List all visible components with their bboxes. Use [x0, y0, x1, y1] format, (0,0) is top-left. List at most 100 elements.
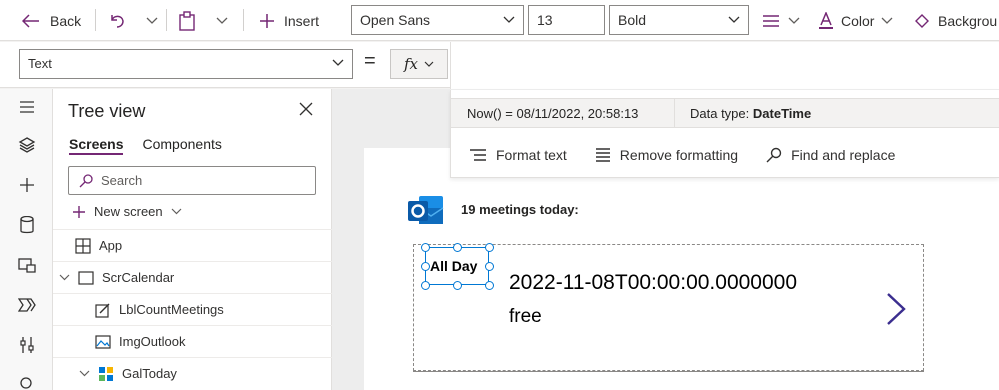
screen-icon: [77, 269, 95, 287]
tab-components[interactable]: Components: [142, 136, 221, 155]
font-size-input[interactable]: 13: [528, 5, 605, 35]
format-text-label: Format text: [496, 147, 567, 163]
insert-label: Insert: [284, 12, 320, 29]
font-weight-select[interactable]: Bold: [609, 5, 749, 35]
undo-icon: [111, 14, 124, 28]
tools-icon[interactable]: [17, 335, 37, 355]
equals-sign: =: [364, 50, 376, 72]
plus-icon[interactable]: [17, 175, 37, 195]
database-icon[interactable]: [17, 215, 37, 235]
font-weight-value: Bold: [618, 12, 647, 28]
tab-screens[interactable]: Screens: [69, 136, 124, 155]
font-color-icon: [819, 11, 833, 29]
chevron-down-icon: [332, 59, 344, 66]
format-text-icon: [470, 149, 486, 161]
app-icon: [74, 237, 92, 255]
resize-handle[interactable]: [485, 243, 494, 252]
resize-handle[interactable]: [485, 262, 494, 271]
formula-actions: Format text Remove formatting Find and r…: [451, 140, 895, 170]
chevron-down-icon: [216, 17, 228, 24]
tree-item-app[interactable]: App: [53, 229, 332, 261]
hamburger-menu-icon[interactable]: [17, 97, 37, 117]
gallery-icon: [97, 365, 115, 383]
divider: [95, 9, 96, 31]
background-button[interactable]: Backgrou: [914, 0, 997, 41]
command-bar: Back Insert Open Sans 13 Bold Color Back…: [0, 0, 999, 41]
font-family-select[interactable]: Open Sans: [351, 5, 524, 35]
tree-view-panel: Tree view Screens Components Search New …: [53, 89, 332, 390]
search-placeholder: Search: [101, 173, 143, 188]
chevron-down-icon: [146, 17, 158, 24]
data-type: Data type: DateTime: [675, 106, 811, 121]
property-value: Text: [28, 56, 52, 71]
back-button[interactable]: Back: [22, 0, 81, 41]
tree-tabs: Screens Components: [69, 136, 222, 155]
chevron-down-icon[interactable]: [59, 274, 71, 281]
find-replace-button[interactable]: Find and replace: [766, 147, 895, 163]
tree-item-label: GalToday: [122, 366, 177, 381]
font-size-value: 13: [537, 12, 553, 28]
tree-item-scrcalendar[interactable]: ScrCalendar: [53, 261, 332, 293]
search-icon: [766, 147, 782, 163]
undo-button[interactable]: [108, 0, 126, 41]
divider: [243, 9, 244, 31]
background-label: Backgrou: [938, 12, 998, 29]
insert-button[interactable]: Insert: [259, 0, 319, 41]
property-select[interactable]: Text: [19, 49, 353, 79]
meetings-count-label[interactable]: 19 meetings today:: [461, 202, 579, 217]
remove-formatting-label: Remove formatting: [619, 147, 739, 163]
chevron-down-icon: [171, 208, 182, 215]
new-screen-button[interactable]: New screen: [72, 204, 182, 219]
image-icon: [94, 333, 112, 351]
chevron-right-icon[interactable]: [885, 292, 907, 329]
remove-formatting-icon: [595, 148, 610, 162]
outlook-logo-icon[interactable]: [407, 193, 445, 227]
search-icon[interactable]: [17, 374, 37, 390]
left-rail: [0, 89, 53, 390]
data-type-value: DateTime: [752, 105, 812, 121]
all-day-label[interactable]: All Day: [430, 258, 477, 274]
chevron-down-icon: [788, 17, 800, 24]
find-replace-label: Find and replace: [791, 147, 896, 163]
formula-result-row: Now() = 08/11/2022, 20:58:13 Data type: …: [451, 98, 999, 128]
font-family-value: Open Sans: [360, 12, 431, 28]
tree-item-imgoutlook[interactable]: ImgOutlook: [53, 325, 332, 357]
tree-item-label: LblCountMeetings: [119, 302, 224, 317]
paste-dropdown[interactable]: [216, 0, 228, 41]
tree-item-lblcountmeetings[interactable]: LblCountMeetings: [53, 293, 332, 325]
text-align-icon: [763, 14, 779, 27]
meeting-status[interactable]: free: [509, 306, 542, 328]
tree-item-galtoday[interactable]: GalToday: [53, 357, 332, 389]
edit-label-icon: [94, 301, 112, 319]
format-text-button[interactable]: Format text: [469, 147, 567, 163]
align-button[interactable]: [762, 0, 800, 41]
chevron-down-icon[interactable]: [79, 370, 91, 377]
resize-handle[interactable]: [421, 262, 430, 271]
formula-eval-text: Now() = 08/11/2022, 20:58:13: [451, 99, 675, 127]
paste-button[interactable]: [178, 0, 196, 41]
meeting-start-time[interactable]: 2022-11-08T00:00:00.0000000: [509, 271, 797, 295]
tree-view-title: Tree view: [68, 101, 146, 121]
data-type-label: Data type:: [690, 105, 750, 121]
tree-item-label: ScrCalendar: [102, 270, 175, 285]
fx-button[interactable]: fx: [390, 49, 448, 79]
power-automate-icon[interactable]: [17, 295, 37, 315]
color-button[interactable]: Color: [818, 0, 893, 41]
back-label: Back: [50, 12, 82, 29]
color-label: Color: [841, 12, 875, 29]
tree-item-label: App: [99, 238, 123, 253]
media-icon[interactable]: [17, 255, 37, 275]
undo-dropdown[interactable]: [146, 0, 158, 41]
resize-handle[interactable]: [421, 243, 430, 252]
divider: [166, 9, 167, 31]
resize-handle[interactable]: [453, 243, 462, 252]
formula-editor[interactable]: If(ThisItem.isAllDay = true, "All Day",C…: [450, 42, 999, 90]
resize-handle[interactable]: [453, 281, 462, 290]
layers-icon[interactable]: [17, 135, 37, 155]
resize-handle[interactable]: [485, 281, 494, 290]
close-icon[interactable]: [299, 102, 313, 119]
resize-handle[interactable]: [421, 281, 430, 290]
remove-formatting-button[interactable]: Remove formatting: [595, 147, 738, 163]
search-input[interactable]: Search: [68, 166, 316, 195]
chevron-down-icon: [882, 17, 893, 24]
